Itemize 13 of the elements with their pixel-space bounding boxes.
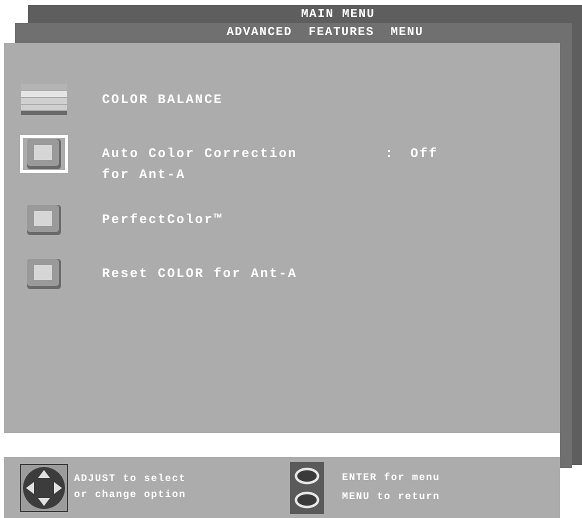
separator: : — [385, 145, 394, 163]
button-icon — [27, 139, 61, 169]
setting-value: Off — [410, 145, 438, 163]
menu-item-label[interactable]: COLOR BALANCE — [102, 89, 385, 110]
help-text: ENTER for menu — [342, 472, 440, 484]
help-text: MENU to return — [342, 492, 440, 502]
direction-pad-icon — [20, 464, 68, 512]
help-text: ADJUST to select or change option — [74, 472, 188, 502]
submenu-title: ADVANCED FEATURES MENU — [226, 24, 424, 41]
main-menu-title: MAIN MENU — [300, 6, 376, 23]
menu-item-label[interactable]: Auto Color Correction for Ant-A — [102, 143, 385, 185]
menu-item-label[interactable]: PerfectColor™ — [102, 209, 385, 230]
menu-item-label[interactable]: Reset COLOR for Ant-A — [102, 263, 385, 284]
